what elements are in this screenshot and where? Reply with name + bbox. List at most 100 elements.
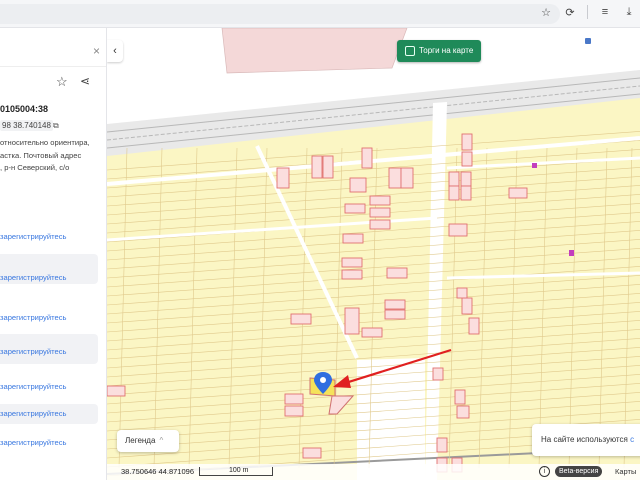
coordinates-value: 98 38.740148 xyxy=(0,120,53,131)
pointer-arrow-head xyxy=(333,375,351,388)
parcel-line xyxy=(598,147,608,469)
highlighted-parcel xyxy=(436,437,448,453)
legend-button[interactable]: Легенда ^ xyxy=(117,430,179,452)
cadastral-number: 0105004:38 xyxy=(0,104,49,114)
highlighted-parcel xyxy=(344,203,366,214)
highlighted-parcel xyxy=(461,151,473,167)
chevron-up-icon: ^ xyxy=(159,436,164,445)
highlighted-parcel xyxy=(369,219,391,230)
cookie-link[interactable]: c xyxy=(630,435,634,444)
highlighted-parcel xyxy=(508,187,528,199)
highlighted-parcel xyxy=(384,299,406,310)
parcel-line xyxy=(228,147,238,469)
red-parcels xyxy=(107,133,528,473)
highlighted-parcel xyxy=(349,177,367,193)
triangle-parcel xyxy=(328,395,355,415)
register-link[interactable]: зарегистрируйтесь xyxy=(0,313,66,322)
reading-list-icon[interactable]: ≡ xyxy=(598,6,612,18)
highlighted-parcel xyxy=(322,155,334,179)
legend-label: Легенда xyxy=(125,436,156,445)
torgi-on-map-toggle[interactable]: Торги на карте xyxy=(397,40,482,62)
share-icon[interactable]: ⋖ xyxy=(80,74,90,88)
cookie-notice: На сайте используются c xyxy=(532,424,640,456)
highlighted-parcel xyxy=(448,185,460,201)
panel-divider xyxy=(0,66,106,67)
address-line: относительно ориентира, xyxy=(0,138,90,147)
copy-icon[interactable]: ⧉ xyxy=(53,121,59,131)
map-canvas[interactable] xyxy=(107,28,640,480)
register-link[interactable]: зарегистрируйтесь xyxy=(0,232,66,241)
scale-bar: 100 m xyxy=(199,467,273,476)
toolbar-divider xyxy=(587,5,588,19)
register-row xyxy=(0,226,98,256)
highlighted-parcel xyxy=(284,405,304,417)
highlighted-parcel xyxy=(448,171,460,187)
browser-toolbar: ☆ ⟳ ≡ ⤓ xyxy=(0,0,640,28)
register-link[interactable]: зарегистрируйтесь xyxy=(0,347,66,356)
highlighted-parcel xyxy=(311,155,323,179)
address-bar[interactable] xyxy=(0,4,560,24)
highlighted-parcel xyxy=(361,327,383,338)
highlighted-parcel xyxy=(454,389,466,405)
highlighted-parcel xyxy=(369,207,391,218)
highlighted-parcel xyxy=(107,385,126,397)
register-link[interactable]: зарегистрируйтесь xyxy=(0,409,66,418)
street xyxy=(446,156,640,170)
checkbox-icon[interactable] xyxy=(405,46,415,56)
collapse-panel-button[interactable]: ‹ xyxy=(107,40,123,62)
register-link[interactable]: зарегистрируйтесь xyxy=(0,438,66,447)
highlighted-parcel xyxy=(341,269,363,280)
bookmark-star-icon[interactable]: ☆ xyxy=(539,6,553,19)
highlighted-parcel xyxy=(384,309,406,320)
highlighted-parcel xyxy=(456,405,470,419)
highlighted-parcel xyxy=(290,313,312,325)
favorite-star-icon[interactable]: ☆ xyxy=(56,74,68,90)
highlighted-parcel xyxy=(460,185,472,201)
pink-zone xyxy=(221,28,408,74)
highlighted-parcel xyxy=(460,171,472,187)
info-icon[interactable]: i xyxy=(539,466,550,477)
extensions-icon[interactable]: ⟳ xyxy=(563,6,577,19)
address-text: относительно ориентира, астка. Почтовый … xyxy=(0,137,90,175)
highlighted-parcel xyxy=(341,257,363,268)
address-line: астка. Почтовый адрес xyxy=(0,150,82,160)
register-link[interactable]: зарегистрируйтесь xyxy=(0,273,66,282)
browser-actions: ☆ ⟳ ≡ ⤓ xyxy=(539,5,636,19)
parcel-line xyxy=(538,147,548,469)
highlighted-parcel xyxy=(284,393,304,405)
highlighted-parcel xyxy=(456,287,468,299)
parcel-line xyxy=(153,147,163,469)
poi-marker-icon xyxy=(569,250,574,256)
highlighted-parcel xyxy=(461,133,473,151)
highlighted-parcel xyxy=(361,147,373,169)
parcel-info-panel: × ☆ ⋖ 0105004:38 98 38.740148 ⧉ относите… xyxy=(0,28,107,480)
cookie-text: На сайте используются xyxy=(541,435,628,444)
highlighted-parcel xyxy=(432,367,444,381)
highlighted-parcel xyxy=(461,297,473,315)
parcel-line xyxy=(568,147,578,469)
highlighted-parcel xyxy=(468,317,480,335)
poi-marker-icon xyxy=(585,38,591,44)
cadastral-map[interactable]: ‹ Торги на карте Легенда ^ На сайте испол… xyxy=(107,28,640,480)
highlighted-parcel xyxy=(344,307,360,335)
maps-link[interactable]: Карты xyxy=(615,467,636,476)
poi-marker-icon xyxy=(532,163,537,168)
close-icon[interactable]: × xyxy=(93,44,100,58)
register-link[interactable]: зарегистрируйтесь xyxy=(0,382,66,391)
beta-badge[interactable]: Beta-версия xyxy=(555,466,603,477)
download-icon[interactable]: ⤓ xyxy=(622,6,636,19)
cursor-coordinates: 38.750646 44.871096 xyxy=(121,467,194,476)
torgi-label: Торги на карте xyxy=(419,46,474,55)
parcel-line xyxy=(258,147,268,469)
location-pin-dot xyxy=(320,377,326,383)
highlighted-parcel xyxy=(276,167,290,189)
highlighted-parcel xyxy=(302,447,322,459)
highlighted-parcel xyxy=(400,167,414,189)
parcel-line xyxy=(478,147,488,469)
map-status-bar: 38.750646 44.871096 100 m i Beta-версия … xyxy=(107,464,640,480)
highlighted-parcel xyxy=(342,233,364,244)
parcel-line xyxy=(298,147,308,469)
highlighted-parcel xyxy=(369,195,391,206)
highlighted-parcel xyxy=(388,167,402,189)
highlighted-parcel xyxy=(386,267,408,279)
